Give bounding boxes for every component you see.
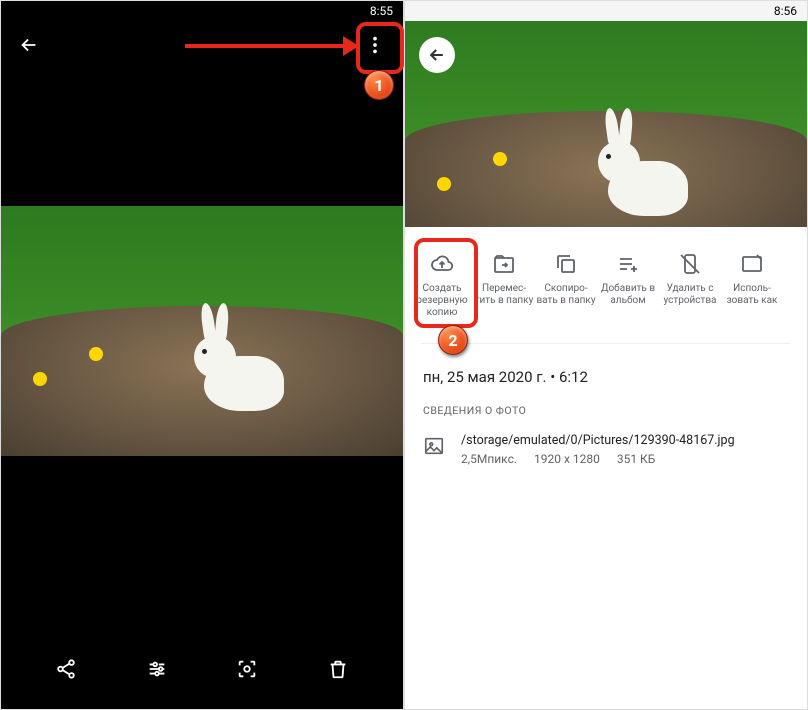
action-move-to-folder[interactable]: Перемес­тить в папку — [473, 245, 535, 325]
action-add-to-album[interactable]: Добавить в альбом — [597, 245, 659, 325]
delete-button[interactable] — [318, 649, 358, 689]
lens-button[interactable] — [227, 649, 267, 689]
image-icon — [423, 435, 445, 457]
bottom-action-bar — [1, 641, 403, 697]
photo-display[interactable] — [1, 206, 403, 456]
action-label: Удалить с устройства — [660, 283, 720, 307]
file-meta: 2,5Мпикс. 1920 x 1280 351 КБ — [461, 452, 789, 466]
action-label: Ис­поль­зовать как — [722, 283, 782, 307]
copy-icon — [553, 251, 579, 277]
back-button[interactable] — [9, 25, 49, 65]
picture-icon — [739, 251, 765, 277]
share-button[interactable] — [46, 649, 86, 689]
photo-datetime: пн, 25 мая 2020 г. • 6:12 — [405, 352, 807, 392]
photo-viewer-screen: 8:55 — [0, 0, 404, 710]
action-label: Перемес­тить в папку — [474, 283, 534, 307]
details-sheet: Создать резервную копию Перемес­тить в п… — [405, 227, 807, 709]
action-backup[interactable]: Создать резервную копию — [411, 245, 473, 325]
device-off-icon — [677, 251, 703, 277]
playlist-add-icon — [615, 251, 641, 277]
file-path: /storage/emulated/0/Pictures/129390-4816… — [461, 433, 789, 448]
action-label: Добавить в альбом — [598, 283, 658, 307]
status-time: 8:55 — [370, 4, 393, 18]
file-dimensions: 1920 x 1280 — [534, 452, 600, 466]
top-bar — [1, 21, 403, 69]
action-label: Скопиро­вать в папку — [536, 283, 596, 307]
status-bar: 8:55 — [1, 1, 403, 21]
actions-row: Создать резервную копию Перемес­тить в п… — [405, 241, 807, 335]
file-megapixels: 2,5Мпикс. — [461, 452, 517, 466]
file-size: 351 КБ — [617, 452, 655, 466]
photo-details-screen: 8:56 — [404, 0, 808, 710]
divider — [421, 343, 791, 344]
action-label: Создать резервную копию — [412, 283, 472, 319]
status-time: 8:56 — [774, 4, 797, 18]
cloud-upload-icon — [429, 251, 455, 277]
status-bar: 8:56 — [405, 1, 807, 21]
more-options-button[interactable] — [355, 25, 395, 65]
folder-move-icon — [491, 251, 517, 277]
details-section-title: СВЕДЕНИЯ О ФОТО — [405, 392, 807, 425]
photo-preview[interactable] — [405, 21, 807, 227]
file-details-row: /storage/emulated/0/Pictures/129390-4816… — [405, 425, 807, 474]
action-delete-from-device[interactable]: Удалить с устройства — [659, 245, 721, 325]
action-copy-to-folder[interactable]: Скопиро­вать в папку — [535, 245, 597, 325]
edit-button[interactable] — [137, 649, 177, 689]
back-button[interactable] — [419, 37, 455, 73]
action-use-as[interactable]: Ис­поль­зовать как — [721, 245, 783, 325]
